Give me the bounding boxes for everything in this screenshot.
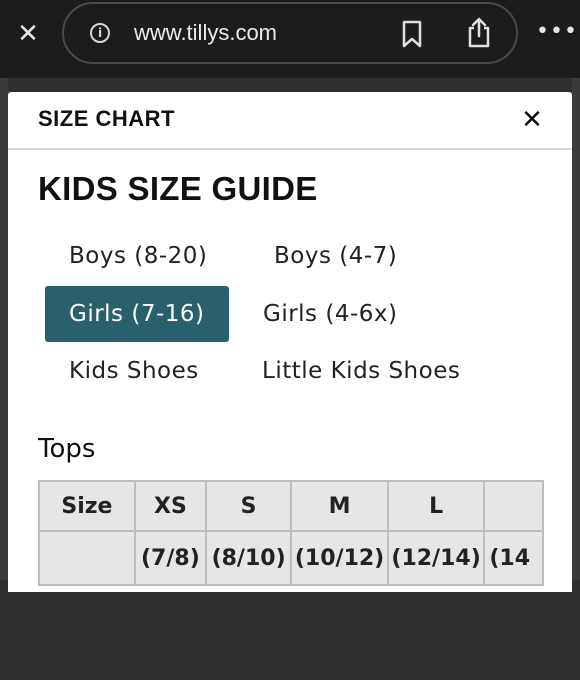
more-options-icon[interactable]: ••• (536, 20, 577, 44)
tops-size-table: Size XS S M L (7/8) (8/10) (10/12) (12/1… (38, 480, 544, 586)
page-backdrop-left (0, 78, 8, 580)
browser-toolbar: ✕ i www.tillys.com ••• (0, 0, 580, 78)
modal-title: SIZE CHART (38, 106, 175, 131)
table-header-row: Size XS S M L (38, 480, 544, 532)
size-chart-modal: SIZE CHART ✕ KIDS SIZE GUIDE Boys (8-20)… (8, 92, 572, 592)
bookmark-icon[interactable] (400, 20, 424, 48)
tab-boys-4-7[interactable]: Boys (4-7) (274, 228, 397, 284)
table-header-cell: S (204, 480, 293, 532)
tab-little-kids-shoes[interactable]: Little Kids Shoes (262, 343, 460, 399)
table-header-cell: L (386, 480, 486, 532)
page-backdrop-right (572, 78, 580, 580)
table-cell: (14 (483, 530, 544, 586)
close-modal-button[interactable]: ✕ (518, 106, 546, 134)
tab-girls-7-16[interactable]: Girls (7-16) (45, 286, 229, 342)
table-cell: (12/14) (386, 530, 486, 586)
guide-title: KIDS SIZE GUIDE (38, 170, 318, 207)
section-title-tops: Tops (38, 434, 96, 464)
table-cell: (10/12) (290, 530, 389, 586)
table-cell: (8/10) (204, 530, 293, 586)
tab-boys-8-20[interactable]: Boys (8-20) (69, 228, 207, 284)
info-icon[interactable]: i (90, 23, 110, 43)
share-icon[interactable] (466, 16, 492, 48)
table-cell (38, 530, 136, 586)
table-cell: (7/8) (133, 530, 207, 586)
address-bar[interactable]: i www.tillys.com (62, 2, 518, 64)
tops-table-container[interactable]: Size XS S M L (7/8) (8/10) (10/12) (12/1… (38, 480, 544, 680)
tab-girls-4-6x[interactable]: Girls (4-6x) (263, 286, 397, 342)
table-row: (7/8) (8/10) (10/12) (12/14) (14 (38, 530, 544, 586)
url-text[interactable]: www.tillys.com (134, 20, 277, 46)
table-header-cell (483, 480, 544, 532)
table-header-cell: M (290, 480, 389, 532)
close-tab-icon[interactable]: ✕ (14, 20, 42, 48)
table-header-cell: Size (38, 480, 136, 532)
table-header-cell: XS (133, 480, 207, 532)
modal-header: SIZE CHART ✕ (8, 92, 572, 150)
tab-kids-shoes[interactable]: Kids Shoes (69, 343, 199, 399)
